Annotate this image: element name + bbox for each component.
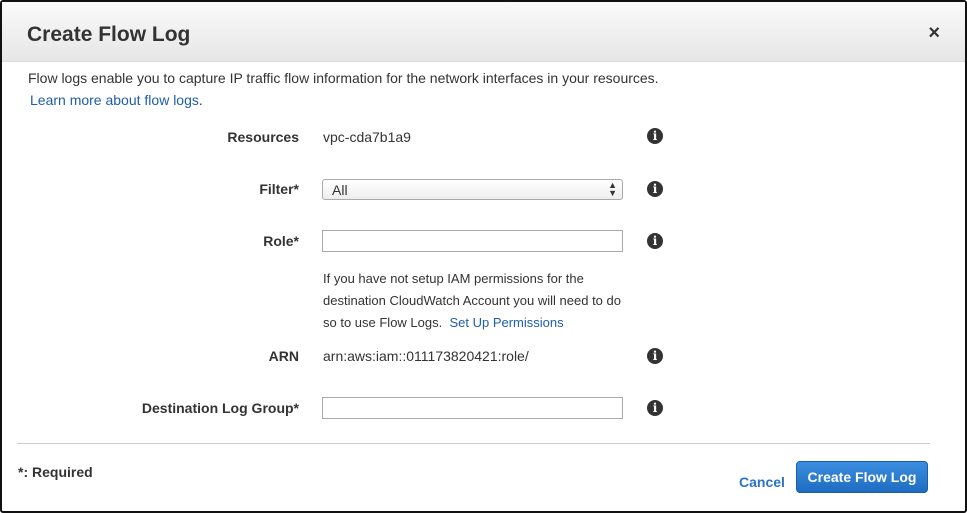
info-icon[interactable]: i [647, 181, 663, 197]
destination-log-group-label: Destination Log Group* [141, 400, 299, 416]
close-icon[interactable]: × [928, 22, 940, 45]
select-arrows-icon: ▲ ▼ [608, 180, 617, 198]
arn-value: arn:aws:iam::011173820421:role/ [323, 348, 529, 364]
role-help-text: If you have not setup IAM permissions fo… [323, 268, 623, 334]
info-icon[interactable]: i [647, 233, 663, 249]
info-icon[interactable]: i [647, 348, 663, 364]
intro-text: Flow logs enable you to capture IP traff… [28, 70, 659, 86]
role-input[interactable] [322, 230, 623, 252]
cancel-button[interactable]: Cancel [739, 474, 785, 490]
info-icon[interactable]: i [647, 128, 663, 144]
set-up-permissions-link[interactable]: Set Up Permissions [449, 315, 563, 330]
create-flow-log-button[interactable]: Create Flow Log [796, 461, 928, 493]
divider [17, 443, 930, 444]
filter-select[interactable]: All ▲ ▼ [322, 179, 623, 200]
create-flow-log-dialog: Create Flow Log × Flow logs enable you t… [0, 0, 967, 513]
filter-selected-value: All [332, 182, 348, 198]
required-note: *: Required [18, 464, 93, 480]
dialog-title: Create Flow Log [27, 23, 191, 46]
arn-label: ARN [268, 348, 299, 364]
resources-label: Resources [227, 129, 299, 145]
destination-log-group-input[interactable] [322, 397, 623, 419]
resources-value: vpc-cda7b1a9 [323, 129, 411, 145]
learn-more-suffix: . [198, 92, 203, 108]
info-icon[interactable]: i [647, 400, 663, 416]
dialog-header: Create Flow Log × [2, 2, 965, 62]
filter-label: Filter* [259, 181, 299, 197]
learn-more-link[interactable]: Learn more about flow logs [30, 92, 199, 108]
role-label: Role* [263, 233, 299, 249]
